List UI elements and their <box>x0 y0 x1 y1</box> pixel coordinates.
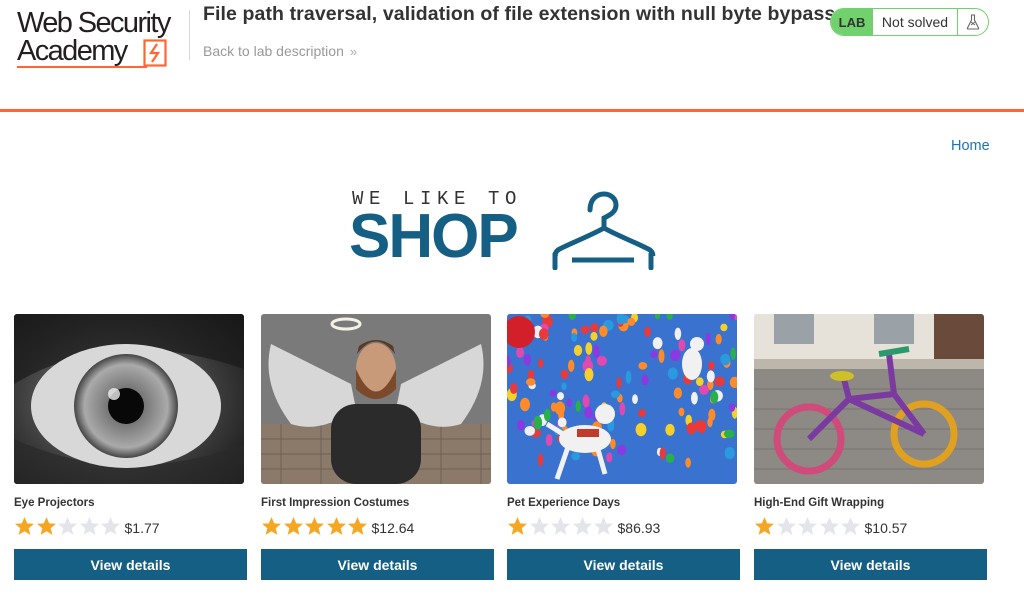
star-filled-icon <box>262 517 281 535</box>
star-empty-icon <box>572 517 592 535</box>
product-card: Eye Projectors $1.77 View details <box>14 314 247 580</box>
product-image-first-impression-costumes[interactable] <box>261 314 491 484</box>
academy-logo[interactable]: Web Security Academy <box>17 6 185 68</box>
star-filled-icon <box>305 517 324 535</box>
product-rating: $12.64 <box>261 515 414 537</box>
back-to-lab-link[interactable]: Back to lab description » <box>203 43 357 59</box>
logo-mark-icon <box>143 39 167 67</box>
star-filled-icon <box>348 517 367 535</box>
product-card: Pet Experience Days $86.93 View details <box>507 314 740 580</box>
product-name: Eye Projectors <box>14 497 95 509</box>
star-empty-icon <box>798 517 817 535</box>
star-empty-icon <box>841 517 860 535</box>
header-divider <box>189 10 190 60</box>
home-link[interactable]: Home <box>951 138 990 154</box>
star-empty-icon <box>529 517 549 535</box>
product-price: $1.77 <box>124 519 160 536</box>
view-details-button[interactable]: View details <box>14 549 247 580</box>
product-rating: $86.93 <box>507 515 660 537</box>
hanger-icon <box>550 191 656 270</box>
product-price: $10.57 <box>864 519 908 536</box>
star-empty-icon <box>776 517 796 535</box>
back-to-lab-label: Back to lab description <box>203 43 344 59</box>
star-empty-icon <box>101 517 120 535</box>
lab-title: File path traversal, validation of file … <box>203 3 836 25</box>
academy-header: Web Security Academy File path traversal… <box>0 0 1024 112</box>
product-image-eye-projectors[interactable] <box>14 314 244 484</box>
view-details-button[interactable]: View details <box>261 549 494 580</box>
banner-title: SHOP <box>349 202 519 271</box>
product-image-high-end-gift-wrapping[interactable] <box>754 314 984 484</box>
product-price: $12.64 <box>371 519 415 536</box>
logo-underline <box>17 66 147 68</box>
star-empty-icon <box>819 517 839 535</box>
star-filled-icon <box>755 517 774 535</box>
product-name: Pet Experience Days <box>507 497 621 509</box>
product-price: $86.93 <box>617 519 661 536</box>
product-card: First Impression Costumes $12.64 View de… <box>261 314 494 580</box>
star-empty-icon <box>58 517 77 535</box>
lab-status-widget: LAB Not solved <box>830 8 989 36</box>
double-chevron-right-icon: » <box>349 44 358 59</box>
star-empty-icon <box>79 517 99 535</box>
logo-line-2: Academy <box>17 35 128 67</box>
star-filled-icon <box>283 517 303 535</box>
star-filled-icon <box>36 517 56 535</box>
star-empty-icon <box>594 517 613 535</box>
shop-banner: WE LIKE TO SHOP <box>348 186 658 274</box>
flask-icon <box>957 9 988 35</box>
lab-badge: LAB <box>831 9 873 35</box>
product-rating: $1.77 <box>14 515 160 537</box>
product-card: High-End Gift Wrapping $10.57 View detai… <box>754 314 987 580</box>
product-name: First Impression Costumes <box>261 497 410 509</box>
product-rating: $10.57 <box>754 515 907 537</box>
star-filled-icon <box>15 517 34 535</box>
star-filled-icon <box>326 517 346 535</box>
logo-line-1: Web Security <box>17 7 171 39</box>
star-empty-icon <box>551 517 570 535</box>
product-image-pet-experience-days[interactable] <box>507 314 737 484</box>
star-filled-icon <box>508 517 527 535</box>
lab-status-text: Not solved <box>881 14 949 30</box>
product-name: High-End Gift Wrapping <box>754 497 885 509</box>
view-details-button[interactable]: View details <box>507 549 740 580</box>
view-details-button[interactable]: View details <box>754 549 987 580</box>
